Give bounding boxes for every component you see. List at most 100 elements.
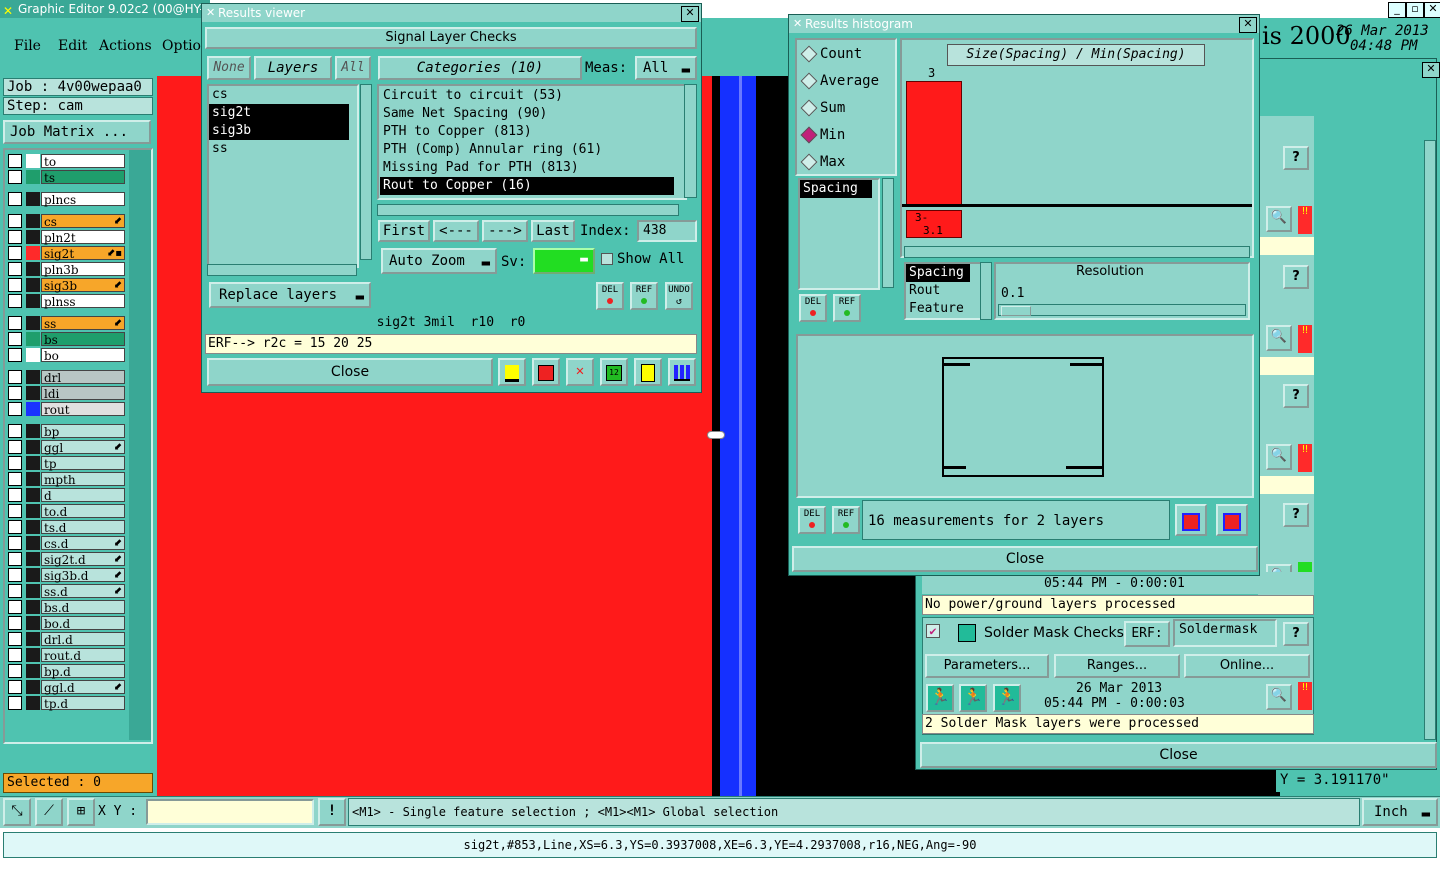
layer-row-ggl-d[interactable]: ggl.d ⬋: [8, 680, 125, 695]
layer-checkbox[interactable]: [8, 680, 22, 694]
layer-name[interactable]: tp: [41, 456, 125, 471]
document-icon[interactable]: [634, 358, 662, 386]
layer-row-bp-d[interactable]: bp.d: [8, 664, 125, 679]
layer-name[interactable]: rout: [41, 402, 125, 417]
layer-row-sig3b-d[interactable]: sig3b.d ⬋: [8, 568, 125, 583]
menu-options[interactable]: Optio: [162, 38, 201, 54]
resolution-slider-thumb[interactable]: [1001, 306, 1031, 316]
layer-row-ts[interactable]: ts: [8, 170, 125, 185]
layer-list-hscroll[interactable]: [207, 264, 357, 276]
layer-color-swatch[interactable]: [26, 246, 40, 260]
category-item[interactable]: Missing Pad for PTH (813): [380, 159, 674, 177]
layer-checkbox[interactable]: [8, 584, 22, 598]
layer-checkbox[interactable]: [8, 664, 22, 678]
layer-row-plncs[interactable]: plncs: [8, 192, 125, 207]
layer-checkbox[interactable]: [8, 440, 22, 454]
meas-dropdown[interactable]: All ▬: [635, 56, 697, 80]
layer-color-swatch[interactable]: [26, 348, 40, 362]
measure-icon[interactable]: ⟋: [35, 798, 63, 826]
layer-color-swatch[interactable]: [26, 680, 40, 694]
layer-checkbox[interactable]: [8, 214, 22, 228]
layer-name[interactable]: drl.d: [41, 632, 125, 647]
layer-color-swatch[interactable]: [26, 192, 40, 206]
layer-color-swatch[interactable]: [26, 520, 40, 534]
layer-color-swatch[interactable]: [26, 488, 40, 502]
layer-name[interactable]: bo: [41, 348, 125, 363]
layer-checkbox[interactable]: [8, 424, 22, 438]
layer-name[interactable]: tp.d: [41, 696, 125, 711]
checklist-close-button[interactable]: Close: [920, 742, 1437, 768]
close-main-button[interactable]: ✕: [1424, 2, 1440, 18]
layer-color-swatch[interactable]: [26, 456, 40, 470]
layer-name[interactable]: d: [41, 488, 125, 503]
layer-name[interactable]: pln2t: [41, 230, 125, 245]
layer-name[interactable]: drl: [41, 370, 125, 385]
replace-layers-dropdown[interactable]: Replace layers ▬: [209, 282, 371, 308]
layer-checkbox[interactable]: [8, 262, 22, 276]
menu-file[interactable]: File: [14, 38, 41, 54]
feature-list-vscroll[interactable]: [980, 262, 992, 320]
category-item[interactable]: PTH to Copper (813): [380, 123, 674, 141]
layer-checkbox[interactable]: [8, 600, 22, 614]
layer-row-tp-d[interactable]: tp.d: [8, 696, 125, 711]
layer-color-swatch[interactable]: [26, 170, 40, 184]
layer-color-swatch[interactable]: [26, 536, 40, 550]
layer-name[interactable]: sig3b ⬋: [41, 278, 125, 293]
layer-color-swatch[interactable]: [26, 154, 40, 168]
layer-row-ss[interactable]: ss ⬋: [8, 316, 125, 331]
ranges-button[interactable]: Ranges...: [1054, 654, 1180, 678]
layer-name[interactable]: sig2t.d ⬋: [41, 552, 125, 567]
layer-checkbox[interactable]: [8, 278, 22, 292]
layer-checkbox[interactable]: [8, 402, 22, 416]
layer-name[interactable]: to.d: [41, 504, 125, 519]
layer-name[interactable]: sig2t ⬋▪: [41, 246, 125, 261]
preview-ref-button[interactable]: REF: [832, 506, 860, 534]
layer-name[interactable]: sig3b.d ⬋: [41, 568, 125, 583]
zoom-icon-2[interactable]: 🔍: [1266, 325, 1292, 351]
layer-color-swatch[interactable]: [26, 316, 40, 330]
categories-button[interactable]: Categories (10): [378, 56, 582, 80]
radio-label-sum[interactable]: Sum: [820, 100, 845, 116]
all-layers-button[interactable]: All: [335, 56, 371, 80]
layer-row-pln2t[interactable]: pln2t: [8, 230, 125, 245]
zoom-icon-3[interactable]: 🔍: [1266, 444, 1292, 470]
del-button[interactable]: DEL: [596, 282, 624, 310]
last-button[interactable]: Last: [531, 220, 575, 242]
help-button-4[interactable]: ?: [1283, 503, 1309, 527]
prev-button[interactable]: <---: [433, 220, 479, 242]
bar-chart-icon[interactable]: [668, 358, 696, 386]
layer-color-swatch[interactable]: [26, 386, 40, 400]
export-image-icon[interactable]: [1175, 504, 1207, 536]
erf-label-button[interactable]: ERF:: [1124, 621, 1170, 647]
xy-input[interactable]: [146, 799, 314, 825]
layer-color-swatch[interactable]: [26, 648, 40, 662]
hist-ref-button[interactable]: REF: [833, 294, 861, 322]
layer-list-item-sig3b[interactable]: sig3b: [209, 122, 349, 140]
parameters-button[interactable]: Parameters...: [925, 654, 1049, 678]
layer-checkbox[interactable]: [8, 648, 22, 662]
layer-checkbox[interactable]: [8, 246, 22, 260]
layer-row-bo[interactable]: bo: [8, 348, 125, 363]
layer-row-sig3b[interactable]: sig3b ⬋: [8, 278, 125, 293]
layer-checkbox[interactable]: [8, 230, 22, 244]
results-viewer-close-button[interactable]: Close: [207, 358, 493, 386]
layer-checkbox[interactable]: [8, 616, 22, 630]
layer-row-cs-d[interactable]: cs.d ⬋: [8, 536, 125, 551]
help-button-2[interactable]: ?: [1283, 265, 1309, 289]
layer-row-ts-d[interactable]: ts.d: [8, 520, 125, 535]
layer-row-plnss[interactable]: plnss: [8, 294, 125, 309]
layer-name[interactable]: plncs: [41, 192, 125, 207]
layer-row-ldi[interactable]: ldi: [8, 386, 125, 401]
layer-name[interactable]: ss ⬋: [41, 316, 125, 331]
layer-name[interactable]: ggl ⬋: [41, 440, 125, 455]
run-icon-3[interactable]: 🏃: [993, 684, 1021, 712]
alert-icon[interactable]: !: [318, 798, 346, 826]
histogram-hscroll[interactable]: [904, 246, 1250, 258]
layer-checkbox[interactable]: [8, 696, 22, 710]
first-button[interactable]: First: [378, 220, 430, 242]
layer-list-scrollbar[interactable]: [129, 150, 151, 740]
layer-color-swatch[interactable]: [26, 632, 40, 646]
layer-list-item-sig2t[interactable]: sig2t: [209, 104, 349, 122]
hist-del-button[interactable]: DEL: [799, 294, 827, 322]
grid-icon[interactable]: ⊞: [67, 798, 95, 826]
